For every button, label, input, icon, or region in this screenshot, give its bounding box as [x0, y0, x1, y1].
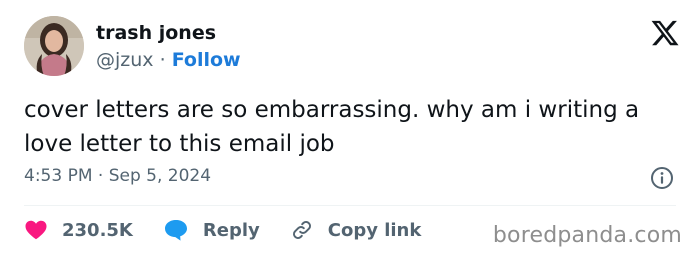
- link-icon: [292, 221, 311, 239]
- copy-link-label: Copy link: [327, 219, 422, 241]
- author-name[interactable]: trash jones: [96, 22, 216, 44]
- author-handle[interactable]: @jzux: [96, 49, 154, 71]
- author-handle-line: @jzux · Follow: [96, 49, 241, 71]
- divider: [24, 205, 676, 206]
- handle-separator: ·: [159, 49, 166, 71]
- action-bar: 230.5K Reply Copy link: [24, 213, 451, 247]
- x-logo-icon[interactable]: [650, 18, 680, 48]
- follow-button[interactable]: Follow: [172, 49, 241, 71]
- reply-button[interactable]: Reply: [163, 218, 260, 242]
- heart-icon: [25, 220, 47, 240]
- tweet-text: cover letters are so embarrassing. why a…: [24, 97, 640, 157]
- info-icon[interactable]: [650, 166, 674, 190]
- reply-bubble-icon: [164, 220, 187, 241]
- watermark: boredpanda.com: [492, 223, 682, 248]
- reply-label: Reply: [202, 219, 260, 241]
- tweet-timestamp[interactable]: 4:53 PM · Sep 5, 2024: [24, 166, 211, 186]
- copy-link-button[interactable]: Copy link: [290, 218, 422, 242]
- avatar[interactable]: [24, 16, 84, 76]
- like-count: 230.5K: [62, 219, 133, 241]
- like-button[interactable]: 230.5K: [24, 218, 133, 242]
